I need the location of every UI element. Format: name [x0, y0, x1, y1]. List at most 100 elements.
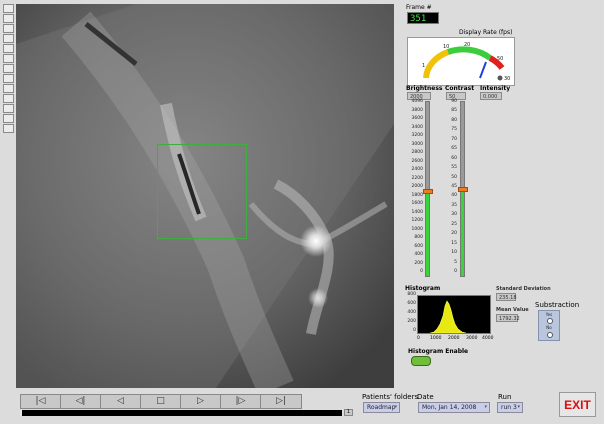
date-label: Date [417, 393, 434, 401]
brightness-tick-label: 4096 [411, 99, 423, 104]
contrast-tick-label: 75 [451, 127, 457, 133]
previous-button[interactable]: ◁ [100, 394, 141, 409]
contrast-tick-label: 25 [451, 221, 457, 227]
brightness-tick-label: 2800 [411, 150, 423, 155]
run-value: run 3 [501, 404, 517, 411]
intensity-value-field[interactable]: 0.000 [480, 92, 502, 100]
gauge-tick-label: 1 [422, 63, 425, 69]
display-rate-label: Display Rate (fps) [459, 29, 513, 36]
frame-label: Frame # [406, 4, 432, 11]
playback-controls: |◁ ◁| ◁ □ ▷ |▷ ▷| [20, 394, 342, 409]
chevron-down-icon: ▾ [394, 404, 397, 410]
brightness-tick-label: 600 [414, 243, 423, 249]
select-icon[interactable] [3, 14, 14, 23]
brightness-slider[interactable] [423, 101, 433, 277]
cross-icon[interactable] [3, 34, 14, 43]
next-step-button[interactable]: |▷ [220, 394, 261, 409]
gauge-tick-label: 10 [443, 44, 449, 50]
brightness-tick-label: 2200 [411, 175, 423, 181]
previous-step-button[interactable]: ◁| [60, 394, 101, 409]
histogram-y-tick: 600 [407, 301, 416, 306]
contrast-tick-label: 20 [451, 231, 457, 237]
histogram-x-tick: 3000 [466, 336, 478, 341]
contrast-icon[interactable] [3, 84, 14, 93]
contrast-tick-label: 10 [451, 250, 457, 256]
gauge-tick-label: 30 [504, 76, 510, 82]
sun-icon[interactable] [3, 124, 14, 133]
histogram-enable-label: Histogram Enable [408, 348, 469, 355]
stop-button[interactable]: □ [140, 394, 181, 409]
contrast-tick-label: 40 [451, 193, 457, 199]
circle-icon[interactable] [3, 64, 14, 73]
timeline-slider[interactable] [20, 410, 342, 416]
mean-value-label: Mean Value [496, 307, 529, 313]
contrast-tick-label: 5 [454, 259, 457, 265]
date-dropdown[interactable]: Mon, Jan 14, 2008 ▾ [418, 402, 490, 413]
brightness-tick-label: 2000 [411, 184, 423, 189]
last-frame-button[interactable]: ▷| [260, 394, 302, 409]
contrast-tick-label: 0 [454, 269, 457, 274]
gauge-tick-label: 50 [497, 56, 503, 62]
brightness-tick-label: 1600 [411, 201, 423, 206]
ruler-icon[interactable] [3, 94, 14, 103]
brightness-tick-label: 400 [414, 252, 423, 257]
subtraction-selector[interactable]: Yes No [538, 310, 560, 341]
contrast-tick-label: 90 [451, 99, 457, 104]
contrast-slider[interactable] [458, 101, 468, 277]
patients-folder-dropdown[interactable]: Roadmap ▾ [363, 402, 400, 413]
intensity-label: Intensity [480, 85, 511, 92]
play-button[interactable]: ▷ [180, 394, 221, 409]
brightness-tick-label: 800 [414, 235, 423, 240]
histogram-x-tick: 4000 [482, 336, 494, 341]
gauge-tick-label: 20 [464, 42, 470, 48]
region-of-interest-box[interactable] [157, 144, 247, 239]
brightness-tick-label: 200 [414, 260, 423, 266]
histogram-y-tick: 200 [407, 319, 416, 324]
box-icon[interactable] [3, 54, 14, 63]
brightness-tick-label: 2600 [411, 158, 423, 164]
subtraction-yes-radio[interactable] [547, 318, 553, 324]
histogram-x-tick: 2000 [448, 336, 460, 341]
brightness-tick-label: 2400 [411, 167, 423, 172]
subtraction-no-radio[interactable] [547, 332, 553, 338]
histogram-enable-toggle[interactable] [411, 356, 431, 366]
subtraction-label: Substraction [535, 301, 580, 309]
marker-icon[interactable] [3, 104, 14, 113]
brightness-scale: 4096 3800 3600 3400 3200 3000 2800 2600 2400 2200… [405, 99, 423, 276]
contrast-tick-label: 30 [451, 212, 457, 218]
patients-folder-value: Roadmap [367, 404, 396, 411]
frame-number-display: 351 [407, 12, 439, 24]
hand-icon[interactable] [3, 24, 14, 33]
first-frame-button[interactable]: |◁ [20, 394, 61, 409]
fluoroscopy-viewer[interactable] [16, 4, 394, 388]
histogram-x-tick: 1000 [430, 336, 442, 341]
brightness-tick-label: 1400 [411, 209, 423, 215]
exit-button[interactable]: EXIT [559, 392, 596, 417]
contrast-label: Contrast [445, 85, 475, 92]
brightness-slider-thumb[interactable] [423, 188, 433, 194]
contrast-tick-label: 35 [451, 202, 457, 208]
arrow-icon[interactable] [3, 4, 14, 13]
std-dev-value: 235.18 [496, 293, 517, 301]
chevron-down-icon: ▾ [517, 404, 520, 410]
brightness-tick-label: 3600 [411, 116, 423, 121]
run-dropdown[interactable]: run 3 ▾ [497, 402, 523, 413]
rotate-icon[interactable] [3, 74, 14, 83]
contrast-tick-label: 85 [451, 108, 457, 114]
contrast-tick-label: 70 [451, 136, 457, 142]
brightness-tick-label: 1000 [411, 226, 423, 232]
tool-palette [3, 4, 15, 134]
contrast-slider-thumb[interactable] [458, 187, 468, 192]
std-dev-label: Standard Deviation [496, 286, 551, 292]
zoom-icon[interactable] [3, 44, 14, 53]
reset-icon[interactable] [3, 114, 14, 123]
date-value: Mon, Jan 14, 2008 [422, 404, 477, 411]
brightness-tick-label: 1200 [411, 218, 423, 223]
contrast-tick-label: 15 [451, 240, 457, 246]
histogram-y-tick: 800 [407, 292, 416, 297]
timeline-thumb[interactable] [20, 410, 22, 416]
histogram-y-tick: 0 [413, 328, 416, 333]
contrast-scale: 90 85 80 75 70 65 60 55 50 45 40 35 30 25 20 15 10 5 0 [442, 99, 457, 276]
histogram-label: Histogram [405, 285, 441, 292]
brightness-tick-label: 0 [420, 269, 423, 274]
